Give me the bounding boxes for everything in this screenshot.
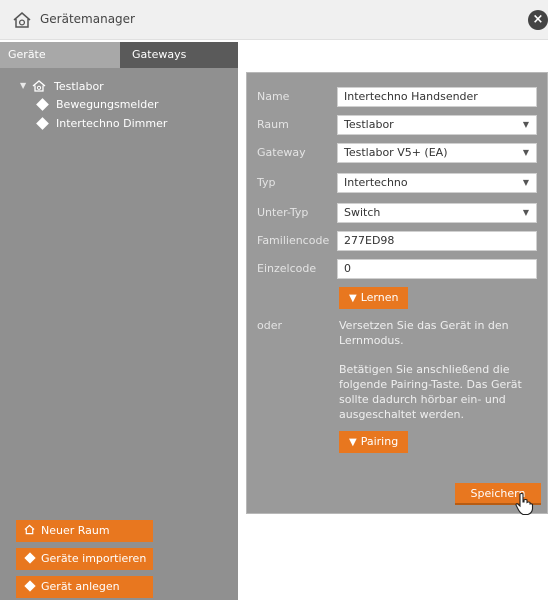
- caret-down-icon[interactable]: ▼: [20, 81, 26, 90]
- diamond-icon: [36, 98, 49, 111]
- close-icon: ×: [532, 12, 544, 27]
- house-gear-icon: [32, 80, 46, 92]
- learn-button[interactable]: ▼ Lernen: [339, 287, 409, 309]
- caret-down-icon: ▼: [522, 148, 529, 157]
- subtype-value: Switch: [344, 206, 381, 219]
- button-label: Neuer Raum: [41, 524, 110, 537]
- create-device-button[interactable]: Gerät anlegen: [16, 576, 153, 598]
- wifi-icon: ▼: [349, 437, 357, 448]
- instruction-learn-mode: Versetzen Sie das Gerät in den Lernmodus…: [339, 319, 509, 347]
- caret-down-icon: ▼: [522, 178, 529, 187]
- tab-gateways[interactable]: Gateways: [120, 42, 238, 68]
- caret-down-icon: ▼: [522, 120, 529, 129]
- diamond-icon: [24, 552, 36, 564]
- close-button[interactable]: ×: [528, 10, 548, 30]
- window-title: Gerätemanager: [40, 12, 135, 26]
- type-label: Typ: [257, 176, 276, 189]
- subtype-select[interactable]: Switch ▼: [337, 203, 537, 223]
- form-row-gateway: Gateway Testlabor V5+ (EA) ▼: [247, 143, 548, 163]
- type-value: Intertechno: [344, 176, 408, 189]
- form-row-name: Name Intertechno Handsender: [247, 87, 548, 107]
- gateway-select[interactable]: Testlabor V5+ (EA) ▼: [337, 143, 537, 163]
- house-gear-icon: [13, 12, 31, 28]
- room-label: Raum: [257, 118, 289, 131]
- name-label: Name: [257, 90, 290, 103]
- button-label: Gerät anlegen: [41, 580, 120, 593]
- wifi-icon: ▼: [349, 293, 357, 304]
- tab-geraete[interactable]: Geräte: [0, 42, 120, 68]
- tree-item-label: Bewegungsmelder: [56, 98, 159, 111]
- tree-item-device[interactable]: Intertechno Dimmer: [0, 115, 238, 134]
- new-room-button[interactable]: Neuer Raum: [16, 520, 153, 542]
- button-label: Lernen: [360, 291, 399, 304]
- gateway-value: Testlabor V5+ (EA): [344, 146, 448, 159]
- import-devices-button[interactable]: Geräte importieren: [16, 548, 153, 570]
- form-row-einzelcode: Einzelcode 0: [247, 259, 548, 279]
- room-select[interactable]: Testlabor ▼: [337, 115, 537, 135]
- tree-item-room[interactable]: ▼ Testlabor: [0, 78, 238, 96]
- gateway-label: Gateway: [257, 146, 306, 159]
- family-code-label: Familiencode: [257, 234, 330, 247]
- button-label: Pairing: [360, 435, 399, 448]
- sidebar: Geräte Gateways ▼ Testlabor Bewegungsmel…: [0, 42, 238, 600]
- caret-down-icon: ▼: [522, 208, 529, 217]
- hand-cursor-icon: [515, 492, 534, 516]
- title-bar: Gerätemanager ×: [0, 0, 548, 40]
- tree-item-label: Intertechno Dimmer: [56, 117, 168, 130]
- tree-item-label: Testlabor: [54, 80, 104, 93]
- form-row-typ: Typ Intertechno ▼: [247, 173, 548, 193]
- form-row-untertyp: Unter-Typ Switch ▼: [247, 203, 548, 223]
- subtype-label: Unter-Typ: [257, 206, 309, 219]
- diamond-icon: [24, 580, 36, 592]
- button-label: Geräte importieren: [41, 552, 147, 565]
- pairing-button[interactable]: ▼ Pairing: [339, 431, 409, 453]
- oder-label: oder: [257, 319, 283, 332]
- form-row-raum: Raum Testlabor ▼: [247, 115, 548, 135]
- single-code-label: Einzelcode: [257, 262, 317, 275]
- tree-item-device[interactable]: Bewegungsmelder: [0, 96, 238, 115]
- family-code-input[interactable]: 277ED98: [337, 231, 537, 251]
- device-form-panel: Name Intertechno Handsender Raum Testlab…: [246, 72, 548, 514]
- diamond-icon: [36, 117, 49, 130]
- form-row-familiencode: Familiencode 277ED98: [247, 231, 548, 251]
- single-code-input[interactable]: 0: [337, 259, 537, 279]
- type-select[interactable]: Intertechno ▼: [337, 173, 537, 193]
- name-input[interactable]: Intertechno Handsender: [337, 87, 537, 107]
- instruction-pairing: Betätigen Sie anschließend die folgende …: [339, 363, 522, 421]
- device-tree: ▼ Testlabor Bewegungsmelder Intertechno …: [0, 78, 238, 134]
- house-gear-icon: [24, 524, 35, 535]
- room-value: Testlabor: [344, 118, 394, 131]
- tab-bar: Geräte Gateways: [0, 42, 238, 68]
